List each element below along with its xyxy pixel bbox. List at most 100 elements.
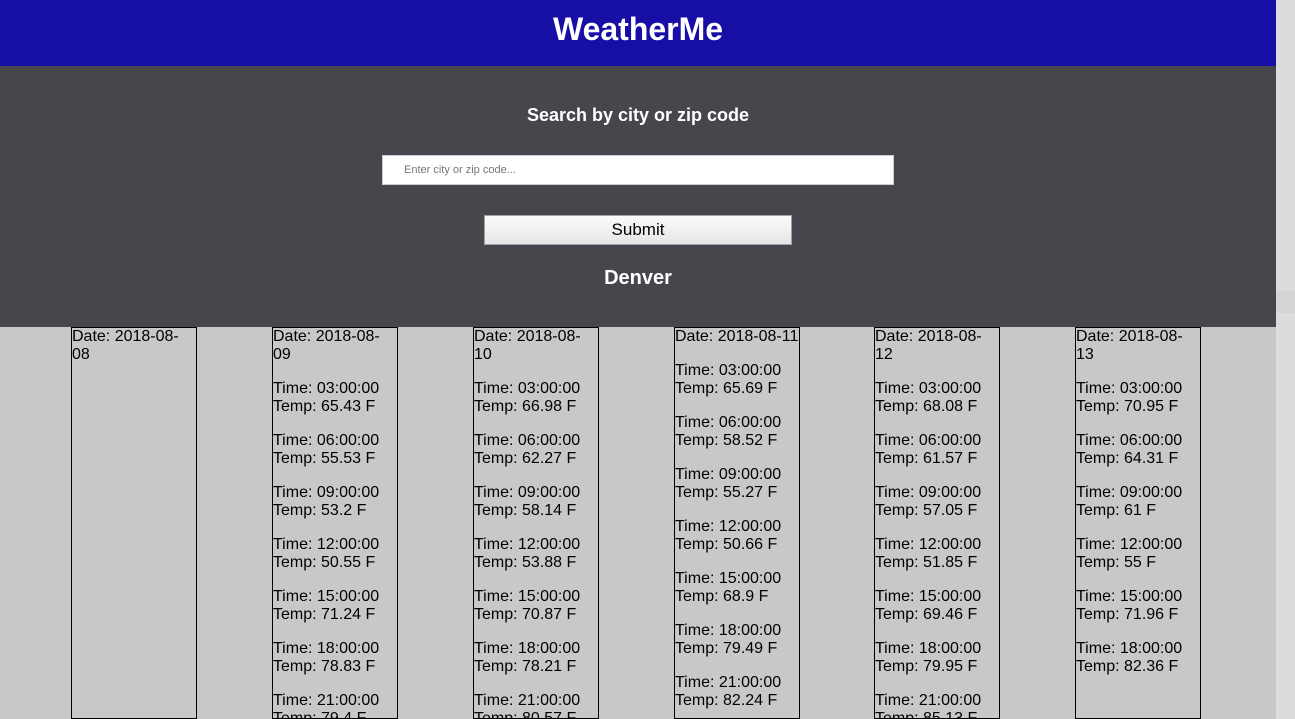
entry-time: Time: 09:00:00 [675, 466, 782, 483]
entry-time: Time: 03:00:00 [474, 380, 581, 397]
entry-temp: Temp: 79.4 F [273, 710, 367, 719]
entry-time: Time: 15:00:00 [273, 588, 380, 605]
forecast-entry: Time: 03:00:00 Temp: 65.69 F [675, 362, 799, 398]
entry-time: Time: 09:00:00 [875, 484, 982, 501]
forecast-entry: Time: 12:00:00 Temp: 53.88 F [474, 536, 598, 572]
entry-temp: Temp: 55.53 F [273, 450, 376, 467]
day-date: Date: 2018-08-08 [72, 328, 179, 363]
entry-time: Time: 03:00:00 [1076, 380, 1183, 397]
entry-time: Time: 15:00:00 [875, 588, 982, 605]
entry-time: Time: 12:00:00 [675, 518, 782, 535]
forecast-entry: Time: 09:00:00 Temp: 57.05 F [875, 484, 999, 520]
entry-temp: Temp: 68.9 F [675, 588, 769, 605]
entry-time: Time: 12:00:00 [474, 536, 581, 553]
entry-time: Time: 18:00:00 [474, 640, 581, 657]
day-date: Date: 2018-08-12 [875, 328, 982, 363]
forecast-entry: Time: 18:00:00 Temp: 82.36 F [1076, 640, 1200, 676]
forecast-entry: Time: 18:00:00 Temp: 79.95 F [875, 640, 999, 676]
entry-time: Time: 21:00:00 [273, 692, 380, 709]
entry-temp: Temp: 65.43 F [273, 398, 376, 415]
entry-temp: Temp: 78.83 F [273, 658, 376, 675]
entry-temp: Temp: 64.31 F [1076, 450, 1179, 467]
entry-temp: Temp: 79.95 F [875, 658, 978, 675]
entry-time: Time: 12:00:00 [1076, 536, 1183, 553]
entry-time: Time: 15:00:00 [474, 588, 581, 605]
entry-temp: Temp: 58.14 F [474, 502, 577, 519]
entry-time: Time: 06:00:00 [675, 414, 782, 431]
entry-temp: Temp: 53.88 F [474, 554, 577, 571]
entry-temp: Temp: 71.96 F [1076, 606, 1179, 623]
forecast-entry: Time: 12:00:00 Temp: 51.85 F [875, 536, 999, 572]
forecast-entry: Time: 18:00:00 Temp: 79.49 F [675, 622, 799, 658]
forecast-entry: Time: 06:00:00 Temp: 64.31 F [1076, 432, 1200, 468]
forecast-entry: Time: 15:00:00 Temp: 70.87 F [474, 588, 598, 624]
search-input[interactable] [382, 155, 894, 185]
entry-time: Time: 09:00:00 [273, 484, 380, 501]
forecast-entry: Time: 12:00:00 Temp: 55 F [1076, 536, 1200, 572]
forecast-entry: Time: 18:00:00 Temp: 78.83 F [273, 640, 397, 676]
day-column: Date: 2018-08-12 Time: 03:00:00 Temp: 68.… [874, 327, 1000, 719]
entry-temp: Temp: 68.08 F [875, 398, 978, 415]
entry-temp: Temp: 55.27 F [675, 484, 778, 501]
entry-time: Time: 18:00:00 [1076, 640, 1183, 657]
day-column: Date: 2018-08-08 [71, 327, 197, 719]
day-date: Date: 2018-08-13 [1076, 328, 1183, 363]
forecast-entry: Time: 15:00:00 Temp: 69.46 F [875, 588, 999, 624]
day-column: Date: 2018-08-11 Time: 03:00:00 Temp: 65.… [674, 327, 800, 719]
entry-temp: Temp: 51.85 F [875, 554, 978, 571]
forecast-entry: Time: 21:00:00 Temp: 85.13 F [875, 692, 999, 719]
day-column: Date: 2018-08-13 Time: 03:00:00 Temp: 70.… [1075, 327, 1201, 719]
entry-temp: Temp: 79.49 F [675, 640, 778, 657]
entry-temp: Temp: 69.46 F [875, 606, 978, 623]
forecast-entry: Time: 06:00:00 Temp: 62.27 F [474, 432, 598, 468]
entry-temp: Temp: 65.69 F [675, 380, 778, 397]
day-column: Date: 2018-08-10 Time: 03:00:00 Temp: 66.… [473, 327, 599, 719]
day-date: Date: 2018-08-09 [273, 328, 380, 363]
forecast-entry: Time: 03:00:00 Temp: 65.43 F [273, 380, 397, 416]
forecast-entry: Time: 09:00:00 Temp: 58.14 F [474, 484, 598, 520]
entry-temp: Temp: 80.57 F [474, 710, 577, 719]
forecast-entry: Time: 03:00:00 Temp: 66.98 F [474, 380, 598, 416]
forecast-entry: Time: 09:00:00 Temp: 61 F [1076, 484, 1200, 520]
entry-time: Time: 18:00:00 [273, 640, 380, 657]
forecast-entry: Time: 15:00:00 Temp: 71.24 F [273, 588, 397, 624]
entry-time: Time: 21:00:00 [875, 692, 982, 709]
entry-time: Time: 18:00:00 [675, 622, 782, 639]
day-column: Date: 2018-08-09 Time: 03:00:00 Temp: 65.… [272, 327, 398, 719]
entry-time: Time: 06:00:00 [273, 432, 380, 449]
entry-temp: Temp: 78.21 F [474, 658, 577, 675]
forecast-entry: Time: 03:00:00 Temp: 70.95 F [1076, 380, 1200, 416]
vertical-scrollbar[interactable] [1276, 0, 1295, 719]
entry-time: Time: 09:00:00 [1076, 484, 1183, 501]
entry-temp: Temp: 70.95 F [1076, 398, 1179, 415]
entry-temp: Temp: 82.24 F [675, 692, 778, 709]
app-title: WeatherMe [552, 11, 724, 47]
entry-temp: Temp: 55 F [1076, 554, 1157, 571]
entry-time: Time: 03:00:00 [675, 362, 782, 379]
entry-temp: Temp: 61 F [1076, 502, 1157, 519]
entry-temp: Temp: 70.87 F [474, 606, 577, 623]
entry-temp: Temp: 66.98 F [474, 398, 577, 415]
submit-button[interactable]: Submit [484, 215, 792, 245]
forecast-entry: Time: 18:00:00 Temp: 78.21 F [474, 640, 598, 676]
forecast-entry: Time: 15:00:00 Temp: 68.9 F [675, 570, 799, 606]
entry-time: Time: 12:00:00 [273, 536, 380, 553]
forecast-entry: Time: 09:00:00 Temp: 53.2 F [273, 484, 397, 520]
forecast-entry: Time: 03:00:00 Temp: 68.08 F [875, 380, 999, 416]
entry-temp: Temp: 50.55 F [273, 554, 376, 571]
entry-time: Time: 06:00:00 [474, 432, 581, 449]
entry-time: Time: 09:00:00 [474, 484, 581, 501]
entry-temp: Temp: 71.24 F [273, 606, 376, 623]
forecast-entry: Time: 06:00:00 Temp: 58.52 F [675, 414, 799, 450]
entry-temp: Temp: 57.05 F [875, 502, 978, 519]
forecast-entry: Time: 21:00:00 Temp: 79.4 F [273, 692, 397, 719]
entry-time: Time: 03:00:00 [875, 380, 982, 397]
forecast-entry: Time: 12:00:00 Temp: 50.66 F [675, 518, 799, 554]
entry-temp: Temp: 53.2 F [273, 502, 367, 519]
entry-time: Time: 15:00:00 [675, 570, 782, 587]
entry-time: Time: 03:00:00 [273, 380, 380, 397]
entry-time: Time: 15:00:00 [1076, 588, 1183, 605]
entry-temp: Temp: 62.27 F [474, 450, 577, 467]
page: WeatherMe Search by city or zip code Sub… [0, 0, 1276, 719]
scrollbar-thumb[interactable] [1276, 291, 1295, 313]
